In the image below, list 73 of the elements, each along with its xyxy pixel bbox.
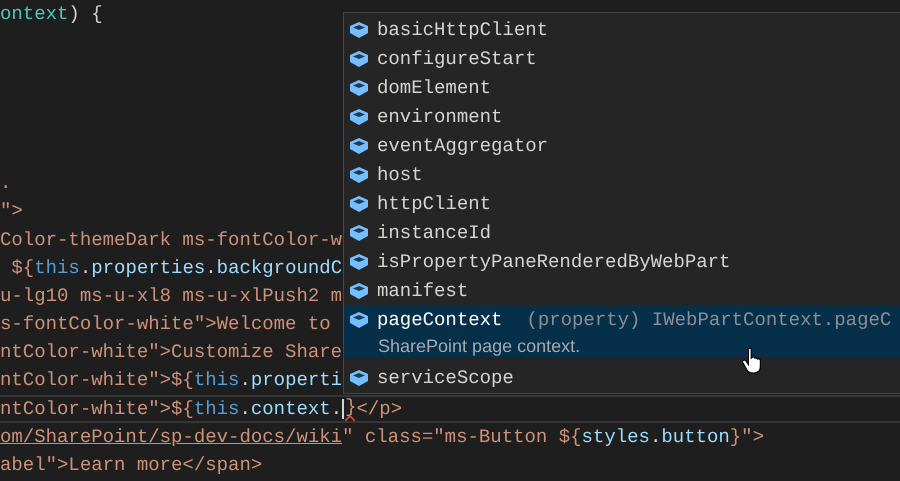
code-token: . <box>0 172 12 194</box>
suggestion-item[interactable]: eventAggregator <box>344 131 900 160</box>
suggestion-item[interactable]: basicHttpClient <box>344 15 900 44</box>
code-token: ${ <box>10 256 34 279</box>
code-token: . <box>205 256 217 279</box>
cube-icon <box>349 194 369 212</box>
code-token: ntColor-white">${ <box>0 369 194 392</box>
suggestion-label: configureStart <box>377 48 537 70</box>
suggestion-item[interactable]: configureStart <box>344 44 900 73</box>
suggestion-label: isPropertyPaneRenderedByWebPart <box>377 250 730 272</box>
code-token: context <box>250 398 331 420</box>
suggestion-label: host <box>377 164 423 186</box>
cube-icon <box>349 282 369 300</box>
suggestion-label: manifest <box>377 280 468 302</box>
code-token: . <box>239 398 251 420</box>
code-token: . <box>80 256 92 279</box>
code-token: . <box>239 369 251 392</box>
cube-icon <box>349 252 369 270</box>
code-token: styles <box>582 426 650 448</box>
code-link[interactable]: om/SharePoint/sp-dev-docs/wiki <box>0 426 342 448</box>
code-token: " class="ms-Button ${ <box>342 426 582 448</box>
code-token: Color-themeDark ms-fontColor-w <box>0 228 342 250</box>
cube-icon <box>349 78 369 96</box>
error-squiggle-icon <box>345 416 356 421</box>
suggestion-item[interactable]: host <box>344 160 900 189</box>
code-token: } <box>345 396 356 421</box>
hand-pointer-icon <box>742 347 764 375</box>
code-token: . <box>650 426 662 448</box>
code-token: ontext <box>0 3 68 25</box>
suggestion-detail: (property) IWebPartContext.pageC <box>526 308 892 330</box>
cube-icon <box>349 224 369 242</box>
code-token: backgroundC <box>216 256 342 279</box>
code-token: "> <box>0 200 23 222</box>
suggestion-item[interactable]: environment <box>344 102 900 131</box>
suggestion-item[interactable]: isPropertyPaneRenderedByWebPart <box>344 247 900 276</box>
suggestion-label: domElement <box>377 76 492 98</box>
code-token: . <box>330 398 342 420</box>
code-token: ntColor-white">Customize Share <box>0 341 342 364</box>
code-token: this <box>194 398 240 420</box>
suggestion-label: httpClient <box>377 192 492 214</box>
text-cursor <box>342 398 344 419</box>
suggestion-label: instanceId <box>377 222 492 244</box>
suggestion-documentation: SharePoint page context. <box>378 336 580 357</box>
cube-icon <box>349 166 369 184</box>
suggestion-item[interactable]: domElement <box>344 73 900 102</box>
suggestion-item[interactable]: manifest <box>344 276 900 305</box>
code-token: abel">Learn more</span> <box>0 454 262 476</box>
cube-icon <box>349 136 369 154</box>
suggestion-label: eventAggregator <box>377 134 548 156</box>
suggestion-item[interactable]: instanceId <box>344 218 900 247</box>
suggestion-label: environment <box>377 106 502 128</box>
cube-icon <box>349 108 369 126</box>
suggestion-label: serviceScope <box>377 366 514 388</box>
cube-icon <box>349 50 369 68</box>
cube-icon <box>349 20 369 38</box>
code-token: }"> <box>730 426 764 448</box>
code-token: </p> <box>356 398 402 420</box>
code-token: this <box>34 256 80 279</box>
code-token: this <box>194 369 240 392</box>
code-token: properti <box>250 369 342 392</box>
code-token: ) { <box>68 3 103 25</box>
suggestion-label: pageContext <box>377 308 502 330</box>
suggestion-item[interactable]: serviceScope <box>344 363 900 392</box>
suggestion-item[interactable]: httpClient <box>344 189 900 218</box>
cube-icon <box>349 368 369 386</box>
suggestion-label: basicHttpClient <box>377 18 548 40</box>
code-token: s-fontColor-white">Welcome to <box>0 313 331 336</box>
code-token: properties <box>91 256 206 279</box>
suggestion-item[interactable]: pageContext (property) IWebPartContext.pageC SharePoint page context. <box>344 305 900 357</box>
code-token: ntColor-white">${ <box>0 398 194 420</box>
cube-icon <box>349 310 369 328</box>
code-token: button <box>661 426 730 448</box>
code-token: u-lg10 ms-u-xl8 ms-u-xlPush2 m <box>0 284 342 307</box>
